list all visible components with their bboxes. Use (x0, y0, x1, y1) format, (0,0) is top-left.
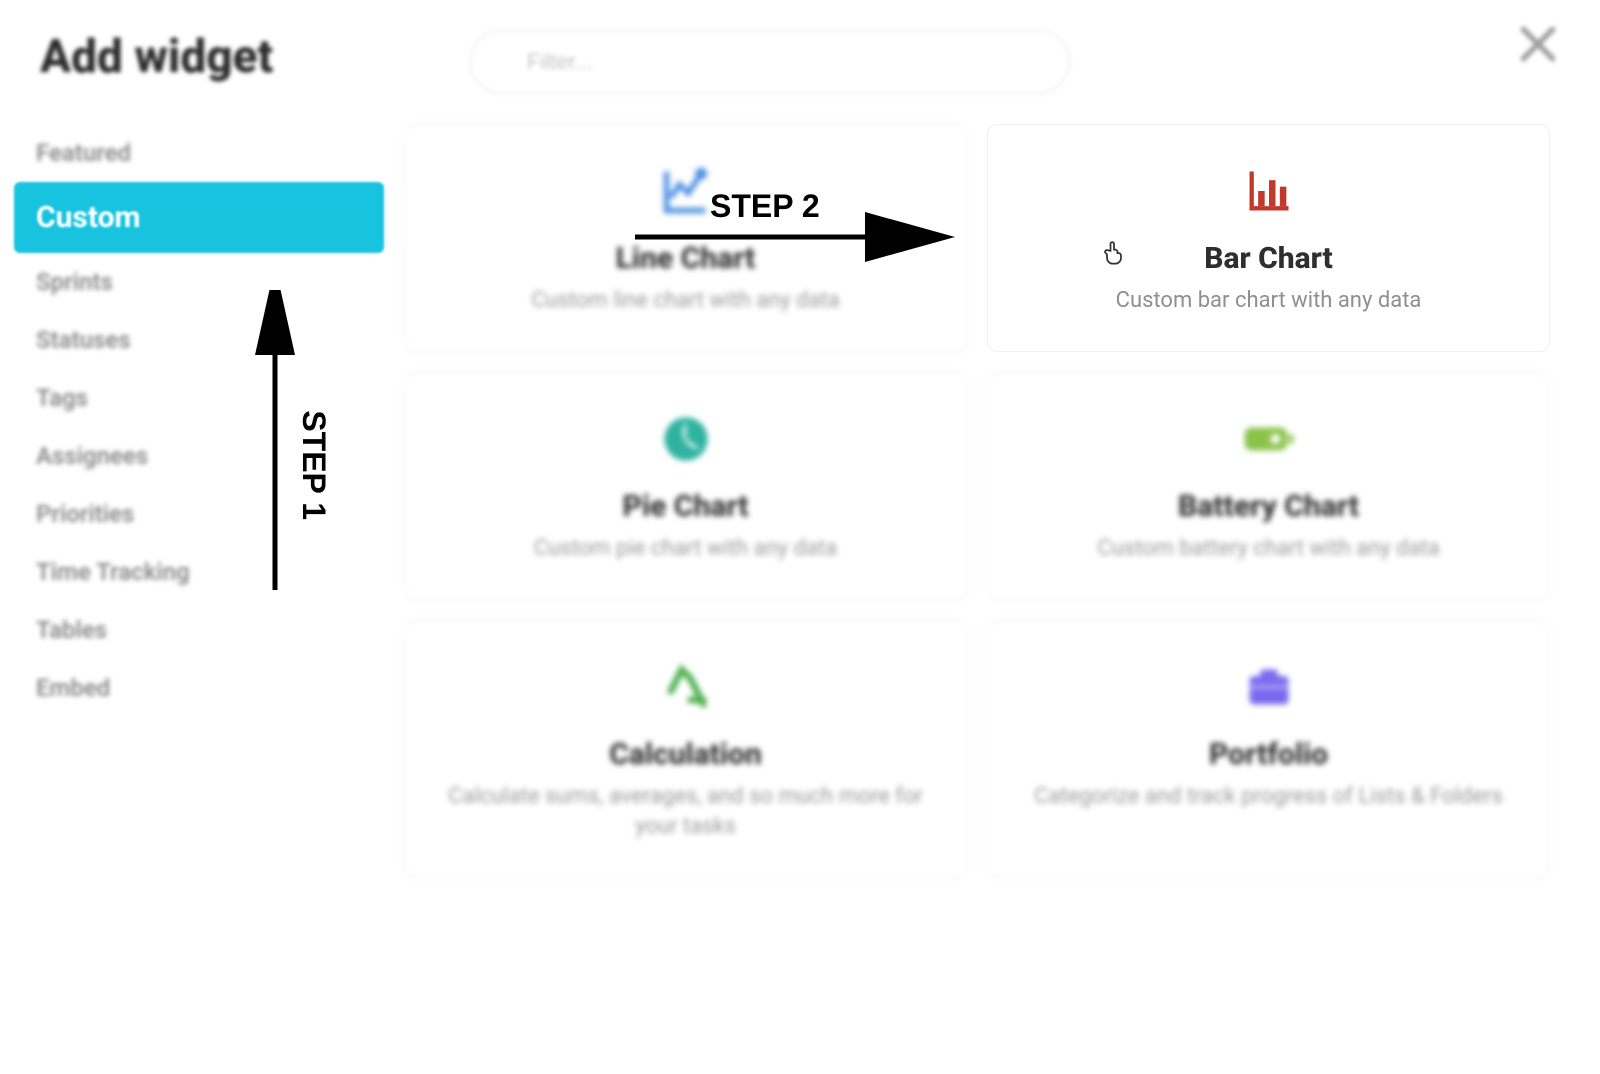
widget-card-portfolio[interactable]: Portfolio Categorize and track progress o… (987, 620, 1550, 879)
line-chart-icon (433, 163, 938, 219)
body: FeaturedCustomSprintsStatusesTagsAssigne… (0, 104, 1600, 878)
widget-card-desc: Custom bar chart with any data (1016, 286, 1521, 317)
sidebar-item-tables[interactable]: Tables (14, 601, 384, 659)
filter-input[interactable] (470, 30, 1070, 94)
header: Add widget (0, 0, 1600, 104)
widget-card-title: Portfolio (1016, 737, 1521, 772)
sidebar-item-assignees[interactable]: Assignees (14, 427, 384, 485)
widget-card-desc: Calculate sums, averages, and so much mo… (433, 782, 938, 844)
page-title: Add widget (40, 30, 273, 84)
portfolio-icon (1016, 659, 1521, 715)
widget-card-battery-chart[interactable]: Battery Chart Custom battery chart with a… (987, 372, 1550, 600)
widget-grid: Line Chart Custom line chart with any dat… (404, 124, 1560, 878)
widget-card-desc: Custom pie chart with any data (433, 534, 938, 565)
sidebar-item-time-tracking[interactable]: Time Tracking (14, 543, 384, 601)
cursor-pointer-icon (1100, 238, 1128, 266)
sidebar-item-sprints[interactable]: Sprints (14, 253, 384, 311)
sidebar-item-embed[interactable]: Embed (14, 659, 384, 717)
widget-card-bar-chart[interactable]: Bar Chart Custom bar chart with any data (987, 124, 1550, 352)
widget-card-title: Calculation (433, 737, 938, 772)
widget-card-desc: Custom line chart with any data (433, 286, 938, 317)
widget-card-title: Line Chart (433, 241, 938, 276)
widget-card-title: Pie Chart (433, 489, 938, 524)
widget-card-desc: Custom battery chart with any data (1016, 534, 1521, 565)
widget-card-title: Battery Chart (1016, 489, 1521, 524)
search-wrap (470, 30, 1070, 94)
calc-icon (433, 659, 938, 715)
battery-icon (1016, 411, 1521, 467)
close-button[interactable] (1516, 22, 1560, 66)
widget-card-line-chart[interactable]: Line Chart Custom line chart with any dat… (404, 124, 967, 352)
sidebar-item-custom[interactable]: Custom (14, 182, 384, 253)
sidebar-item-priorities[interactable]: Priorities (14, 485, 384, 543)
sidebar-item-featured[interactable]: Featured (14, 124, 384, 182)
sidebar-item-statuses[interactable]: Statuses (14, 311, 384, 369)
sidebar-item-tags[interactable]: Tags (14, 369, 384, 427)
widget-card-calculation[interactable]: Calculation Calculate sums, averages, and… (404, 620, 967, 879)
widget-card-pie-chart[interactable]: Pie Chart Custom pie chart with any data (404, 372, 967, 600)
sidebar: FeaturedCustomSprintsStatusesTagsAssigne… (14, 124, 384, 878)
pie-chart-icon (433, 411, 938, 467)
widget-card-title: Bar Chart (1016, 241, 1521, 276)
bar-chart-icon (1016, 163, 1521, 219)
widget-card-desc: Categorize and track progress of Lists &… (1016, 782, 1521, 813)
